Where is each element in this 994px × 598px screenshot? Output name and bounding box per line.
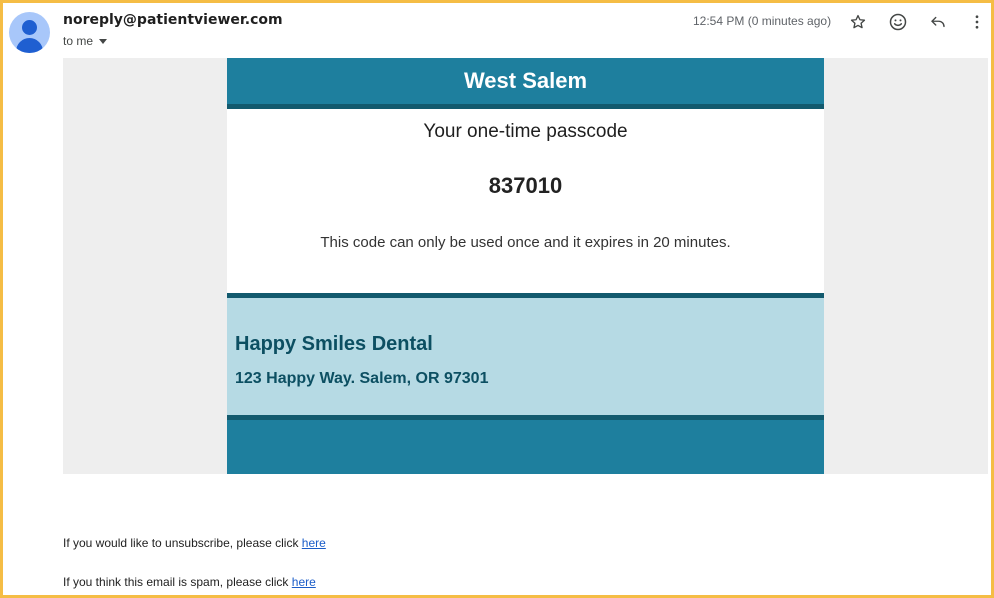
unsubscribe-link[interactable]: here (302, 536, 326, 550)
unsubscribe-line: If you would like to unsubscribe, please… (63, 536, 326, 550)
emoji-icon[interactable] (886, 10, 910, 34)
reply-icon[interactable] (926, 10, 950, 34)
caret-down-icon[interactable] (99, 38, 108, 44)
spam-link[interactable]: here (292, 575, 316, 589)
otp-note: This code can only be used once and it e… (320, 234, 731, 251)
email-card: West Salem Your one-time passcode 837010… (227, 58, 824, 474)
more-vert-icon[interactable] (965, 10, 989, 34)
star-icon[interactable] (846, 10, 870, 34)
avatar-shoulders (16, 38, 43, 53)
timestamp: 12:54 PM (0 minutes ago) (693, 14, 832, 28)
recipient-label: to me (63, 34, 94, 48)
brand-header: West Salem (227, 58, 824, 109)
spam-line: If you think this email is spam, please … (63, 575, 316, 589)
office-address: 123 Happy Way. Salem, OR 97301 (235, 370, 489, 387)
recipient-line[interactable]: to me (63, 34, 108, 48)
office-info: Happy Smiles Dental 123 Happy Way. Salem… (227, 293, 824, 420)
card-footer-band (227, 420, 824, 474)
avatar-head (22, 20, 37, 35)
sender-address[interactable]: noreply@patientviewer.com (63, 12, 283, 28)
sender-avatar[interactable] (9, 12, 50, 53)
email-window: noreply@patientviewer.com to me 12:54 PM… (0, 0, 994, 598)
email-body-background: West Salem Your one-time passcode 837010… (63, 58, 988, 474)
otp-code: 837010 (488, 173, 563, 198)
office-name: Happy Smiles Dental (235, 333, 433, 355)
unsubscribe-text: If you would like to unsubscribe, please… (63, 536, 302, 550)
otp-title: Your one-time passcode (423, 121, 628, 142)
spam-text: If you think this email is spam, please … (63, 575, 292, 589)
